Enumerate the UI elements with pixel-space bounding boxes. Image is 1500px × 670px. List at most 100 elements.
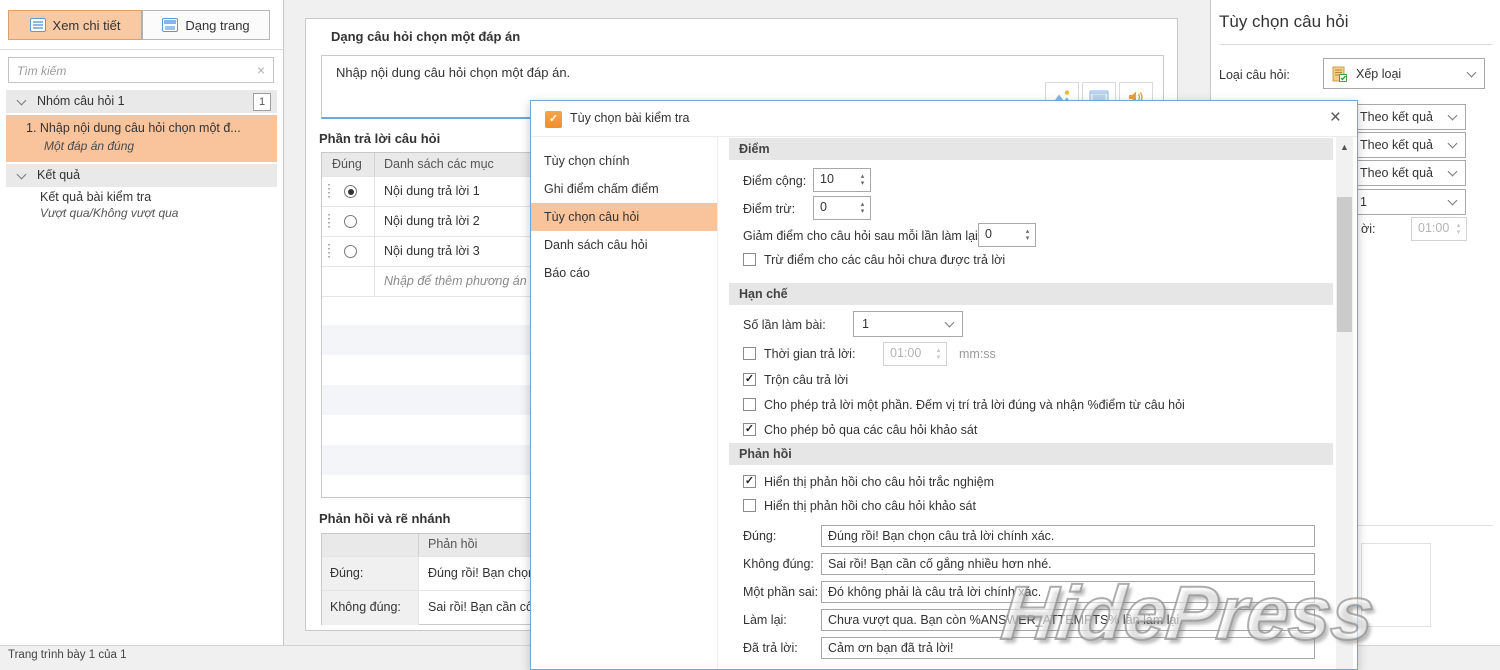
dialog-titlebar[interactable]: ✓ Tùy chọn bài kiểm tra ×	[531, 101, 1357, 137]
search-input[interactable]	[15, 59, 249, 83]
spinner-arrows[interactable]: ▴▾	[1020, 224, 1035, 246]
watermark: HidePress	[997, 570, 1378, 657]
result-dropdown-2[interactable]: Theo kết quả	[1351, 132, 1466, 158]
attempts-select[interactable]: 1	[853, 311, 963, 337]
drag-handle[interactable]	[328, 184, 330, 200]
dropdown-value: Theo kết quả	[1352, 138, 1449, 152]
tree-group-results[interactable]: Kết quả	[6, 164, 277, 187]
time-value: 01:00	[1418, 221, 1449, 235]
spinner-arrows[interactable]: ▴▾	[931, 343, 946, 365]
penalty-label: Giảm điểm cho câu hỏi sau mỗi lần làm lạ…	[743, 229, 1003, 243]
question-type-label: Loại câu hỏi:	[1219, 68, 1290, 82]
spinner-arrows[interactable]: ▴▾	[855, 197, 870, 219]
chevron-down-icon	[17, 96, 27, 106]
show-survey-feedback-checkbox[interactable]	[743, 499, 756, 512]
dropdown-value: Theo kết quả	[1352, 110, 1449, 124]
spinner-arrows[interactable]: ▴▾	[1451, 218, 1466, 240]
time-limit-checkbox[interactable]	[743, 347, 756, 360]
question-type-title: Dạng câu hỏi chọn một đáp án	[331, 29, 831, 44]
minus-points-spinner[interactable]: 0 ▴▾	[813, 196, 871, 220]
sidebar: Xem chi tiết Dạng trang × Nhóm câu hỏi 1…	[0, 0, 284, 645]
section-feedback: Phản hồi	[729, 443, 1333, 465]
shuffle-checkbox[interactable]	[743, 373, 756, 386]
attempts-value: 1	[854, 317, 946, 331]
tree-item-result[interactable]: Kết quả bài kiểm tra Vượt qua/Không vượt…	[6, 186, 277, 226]
drag-handle[interactable]	[328, 214, 330, 230]
result-dropdown-3[interactable]: Theo kết quả	[1351, 160, 1466, 186]
dialog-nav-reports[interactable]: Báo cáo	[531, 259, 717, 287]
result-dropdown-1[interactable]: Theo kết quả	[1351, 104, 1466, 130]
chevron-down-icon	[1448, 139, 1458, 149]
result-title: Kết quả bài kiểm tra	[40, 190, 275, 204]
answered-feedback-label: Đã trả lời:	[743, 641, 798, 655]
partial-answer-checkbox[interactable]	[743, 398, 756, 411]
col-feedback: Phản hồi	[428, 537, 477, 551]
time-spinner[interactable]: 01:00 ▴▾	[1411, 217, 1467, 241]
chevron-down-icon	[1467, 67, 1477, 77]
penalty-spinner[interactable]: 0 ▴▾	[978, 223, 1036, 247]
attempts-label: Số lần làm bài:	[743, 318, 826, 332]
deduct-unanswered-checkbox[interactable]	[743, 253, 756, 266]
correct-feedback-input[interactable]	[821, 525, 1315, 547]
minus-points-label: Điểm trừ:	[743, 202, 795, 216]
time-limit-value: 01:00	[890, 346, 921, 360]
shuffle-label: Trộn câu trả lời	[764, 373, 1164, 387]
question-type-dropdown[interactable]: Xếp loại	[1323, 58, 1485, 89]
drag-handle[interactable]	[328, 244, 330, 260]
chevron-down-icon	[1448, 167, 1458, 177]
chevron-down-icon	[1448, 111, 1458, 121]
incorrect-feedback-label: Không đúng:	[743, 557, 814, 571]
dialog-nav-main-options[interactable]: Tùy chọn chính	[531, 147, 717, 175]
chevron-down-icon	[17, 170, 27, 180]
search-clear-icon[interactable]: ×	[257, 62, 265, 78]
partial-answer-label: Cho phép trả lời một phần. Đếm vị trí tr…	[764, 398, 1324, 412]
correct-radio[interactable]	[344, 245, 357, 258]
penalty-value: 0	[985, 227, 992, 241]
chevron-down-icon	[945, 318, 955, 328]
col-items: Danh sách các mục	[384, 157, 494, 171]
divider	[0, 49, 283, 50]
partially-wrong-feedback-label: Một phần sai:	[743, 585, 818, 599]
section-restrictions: Hạn chế	[729, 283, 1333, 305]
correct-radio[interactable]	[344, 185, 357, 198]
dialog-nav-question-options[interactable]: Tùy chọn câu hỏi	[531, 203, 717, 231]
time-limit-spinner[interactable]: 01:00 ▴▾	[883, 342, 947, 366]
question-text: Nhập nội dung câu hỏi chọn một đáp án.	[336, 65, 570, 80]
close-icon[interactable]: ×	[1330, 107, 1341, 129]
chevron-down-icon	[1448, 196, 1458, 206]
scrollbar-thumb[interactable]	[1337, 197, 1352, 332]
tree-item-question-1[interactable]: 1. Nhập nội dung câu hỏi chọn một đ... M…	[6, 115, 277, 162]
dialog-title: Tùy chọn bài kiểm tra	[570, 111, 870, 125]
feedback-row-label: Không đúng:	[330, 600, 401, 614]
correct-radio[interactable]	[344, 215, 357, 228]
scrollbar-up-icon[interactable]: ▲	[1336, 142, 1353, 152]
show-graded-feedback-checkbox[interactable]	[743, 475, 756, 488]
page-layout-icon	[162, 18, 178, 32]
col-correct: Đúng	[332, 157, 362, 171]
skip-survey-label: Cho phép bỏ qua các câu hỏi khảo sát	[764, 423, 1164, 437]
time-limit-label: Thời gian trả lời:	[764, 347, 884, 361]
spinner-arrows[interactable]: ▴▾	[855, 169, 870, 191]
attempts-dropdown[interactable]: 1	[1351, 189, 1466, 215]
question-type-icon	[1332, 66, 1348, 82]
correct-feedback-label: Đúng:	[743, 529, 776, 543]
dialog-nav-scoring[interactable]: Ghi điểm chấm điểm	[531, 175, 717, 203]
dialog-nav-question-list[interactable]: Danh sách câu hỏi	[531, 231, 717, 259]
tree-group-questions[interactable]: Nhóm câu hỏi 1 1	[6, 90, 277, 113]
show-survey-feedback-label: Hiển thị phản hồi cho câu hỏi khảo sát	[764, 499, 1184, 513]
list-icon	[30, 18, 46, 32]
view-detail-button[interactable]: Xem chi tiết	[8, 10, 142, 40]
question-type-value: Xếp loại	[1348, 67, 1468, 81]
status-text: Trang trình bày 1 của 1	[8, 649, 126, 661]
plus-points-spinner[interactable]: 10 ▴▾	[813, 168, 871, 192]
dropdown-value: 1	[1352, 195, 1449, 209]
question-count-badge: 1	[253, 93, 271, 111]
skip-survey-checkbox[interactable]	[743, 423, 756, 436]
section-score: Điểm	[729, 138, 1333, 160]
minus-points-value: 0	[820, 200, 827, 214]
view-detail-label: Xem chi tiết	[53, 18, 121, 33]
show-graded-feedback-label: Hiển thị phản hồi cho câu hỏi trắc nghiệ…	[764, 475, 1184, 489]
page-view-button[interactable]: Dạng trang	[142, 10, 270, 40]
question-title: 1. Nhập nội dung câu hỏi chọn một đ...	[26, 121, 274, 135]
dropdown-value: Theo kết quả	[1352, 166, 1449, 180]
